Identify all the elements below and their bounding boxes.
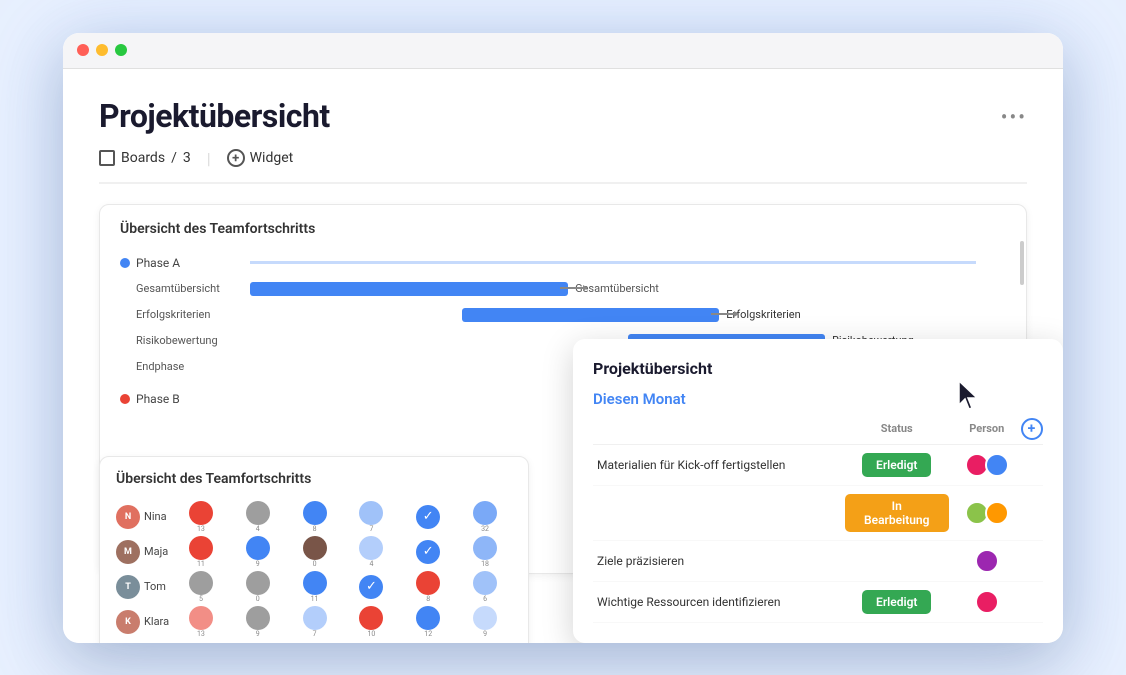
avatar-nina: N — [116, 505, 140, 529]
task-status-3 — [841, 540, 954, 581]
more-button[interactable]: ••• — [1001, 105, 1027, 129]
status-badge-4: Erledigt — [862, 590, 931, 614]
team-card: Übersicht des Teamfortschritts N Nina 13… — [99, 456, 529, 643]
breadcrumb-bar: Boards / 3 | + Widget — [99, 149, 1027, 184]
team-member-maja: M Maja — [116, 536, 171, 568]
task-name-1: Materialien für Kick-off fertigstellen — [593, 444, 841, 485]
avatar-klara: K — [116, 610, 140, 634]
task-person-3 — [953, 540, 1021, 581]
task-person-4 — [953, 581, 1021, 622]
phase-a-dot — [120, 258, 130, 268]
name-nina: Nina — [144, 510, 167, 523]
team-member-tom: T Tom — [116, 571, 171, 603]
col-task — [593, 418, 841, 445]
widget-label: Widget — [250, 150, 294, 166]
task-name-4: Wichtige Ressourcen identifizieren — [593, 581, 841, 622]
add-col-button[interactable]: + — [1021, 418, 1043, 440]
team-member-klara: K Klara — [116, 606, 171, 638]
task-status-4: Erledigt — [841, 581, 954, 622]
col-add: + — [1021, 418, 1044, 445]
status-badge-1: Erledigt — [862, 453, 931, 477]
board-icon — [99, 150, 115, 166]
name-maja: Maja — [144, 545, 168, 558]
breadcrumb-number: 3 — [183, 150, 191, 166]
name-tom: Tom — [144, 580, 166, 593]
table-row: Materialien für Kick-off fertigstellen E… — [593, 444, 1043, 485]
task-person-1 — [953, 444, 1021, 485]
name-klara: Klara — [144, 615, 169, 628]
breadcrumb[interactable]: Boards / 3 — [99, 150, 191, 166]
avatar-tom: T — [116, 575, 140, 599]
add-circle-icon: + — [227, 149, 245, 167]
gantt-row-gesamtuebersicht: Gesamtübersicht Gesamtübersicht — [120, 277, 1006, 301]
col-status-header: Status — [841, 418, 954, 445]
task-name-2 — [593, 485, 841, 540]
task-status-1: Erledigt — [841, 444, 954, 485]
gantt-bar-label-gesamtuebersicht: Gesamtübersicht — [575, 282, 659, 295]
scrollbar[interactable] — [1020, 241, 1024, 285]
floating-card-title: Projektübersicht — [593, 359, 1043, 378]
boards-label: Boards — [121, 150, 165, 166]
floating-card: Projektübersicht Diesen Monat Status Per… — [573, 339, 1063, 643]
phase-a-label: Phase A — [120, 256, 250, 270]
cursor-arrow — [955, 377, 983, 413]
gantt-row-erfolgskriterien: Erfolgskriterien Erfolgskriterien — [120, 303, 1006, 327]
avatar-maja: M — [116, 540, 140, 564]
status-badge-2: In Bearbeitung — [845, 494, 950, 532]
page-title: Projektübersicht — [99, 97, 330, 135]
team-member-nina: N Nina — [116, 501, 171, 533]
team-grid: N Nina 13 4 8 — [116, 501, 512, 638]
gantt-bar-gesamtuebersicht — [250, 282, 568, 296]
divider: | — [207, 149, 211, 168]
breadcrumb-sep: / — [171, 150, 177, 166]
gantt-phase-a-row: Phase A — [120, 251, 1006, 275]
phase-b-dot — [120, 394, 130, 404]
gantt-card-title: Übersicht des Teamfortschritts — [120, 221, 1006, 237]
table-row: Wichtige Ressourcen identifizieren Erled… — [593, 581, 1043, 622]
minimize-dot[interactable] — [96, 44, 108, 56]
task-name-3: Ziele präzisieren — [593, 540, 841, 581]
team-card-title: Übersicht des Teamfortschritts — [116, 471, 512, 487]
task-status-2: In Bearbeitung — [841, 485, 954, 540]
page-header: Projektübersicht ••• — [99, 97, 1027, 135]
browser-titlebar — [63, 33, 1063, 69]
close-dot[interactable] — [77, 44, 89, 56]
task-table: Status Person + — [593, 418, 1043, 623]
maximize-dot[interactable] — [115, 44, 127, 56]
table-row: Ziele präzisieren — [593, 540, 1043, 581]
gantt-bar-erfolgskriterien — [462, 308, 719, 322]
task-person-2 — [953, 485, 1021, 540]
table-row: In Bearbeitung — [593, 485, 1043, 540]
add-widget-button[interactable]: + Widget — [227, 149, 294, 167]
col-person-header: Person — [953, 418, 1021, 445]
